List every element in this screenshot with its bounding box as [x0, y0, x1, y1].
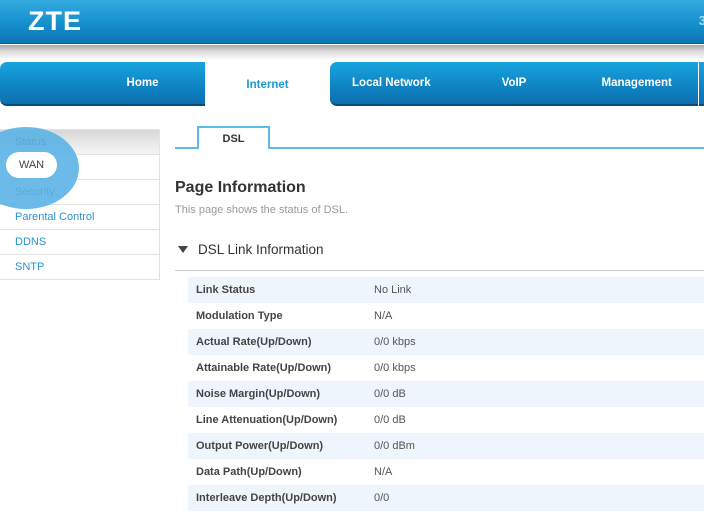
tab-dsl[interactable]: DSL: [197, 126, 270, 149]
row-label: Line Attenuation(Up/Down): [188, 414, 374, 426]
sidebar-item[interactable]: Status: [0, 130, 159, 155]
page-description: This page shows the status of DSL.: [175, 204, 348, 216]
table-row: Output Power(Up/Down) 0/0 dBm: [188, 433, 704, 459]
row-value: N/A: [374, 310, 392, 322]
table-row: Link Status No Link: [188, 277, 704, 303]
nav-item[interactable]: Management: [575, 62, 698, 104]
row-value: No Link: [374, 284, 411, 296]
row-value: 0/0 kbps: [374, 336, 416, 348]
row-label: Output Power(Up/Down): [188, 440, 374, 452]
row-value: 0/0 dB: [374, 414, 406, 426]
sidebar-menu: Status WAN Security Parental Control DDN…: [0, 129, 160, 280]
table-row: Line Attenuation(Up/Down) 0/0 dB: [188, 407, 704, 433]
section-title: DSL Link Information: [198, 242, 324, 257]
row-label: Attainable Rate(Up/Down): [188, 362, 374, 374]
sidebar-item[interactable]: WAN: [0, 155, 159, 180]
row-label: Interleave Depth(Up/Down): [188, 492, 374, 504]
table-row: Noise Margin(Up/Down) 0/0 dB: [188, 381, 704, 407]
tab-internet[interactable]: Internet: [205, 62, 330, 108]
row-value: N/A: [374, 466, 392, 478]
table-row: Interleave Depth(Up/Down) 0/0: [188, 485, 704, 511]
collapse-triangle-icon: [178, 246, 188, 253]
row-value: 0/0 dBm: [374, 440, 415, 452]
row-value: 0/0 dB: [374, 388, 406, 400]
sidebar-item[interactable]: DDNS: [0, 230, 159, 255]
row-value: 0/0 kbps: [374, 362, 416, 374]
nav-item[interactable]: VoIP: [453, 62, 576, 104]
row-label: Link Status: [188, 284, 374, 296]
table-row: Modulation Type N/A: [188, 303, 704, 329]
sidebar-item[interactable]: Security: [0, 180, 159, 205]
row-value: 0/0: [374, 492, 389, 504]
nav-bar-cutoff: [699, 62, 704, 106]
tab-home[interactable]: Home: [0, 62, 205, 106]
sidebar-item[interactable]: SNTP: [0, 255, 159, 280]
header-corner-text: 3: [699, 13, 704, 28]
nav-item[interactable]: Local Network: [330, 62, 453, 104]
table-row: Data Path(Up/Down) N/A: [188, 459, 704, 485]
row-label: Noise Margin(Up/Down): [188, 388, 374, 400]
table-row: Attainable Rate(Up/Down) 0/0 kbps: [188, 355, 704, 381]
zte-logo: ZTE: [28, 6, 82, 37]
row-label: Modulation Type: [188, 310, 374, 322]
row-label: Actual Rate(Up/Down): [188, 336, 374, 348]
header-shadow: [0, 45, 704, 62]
table-row: Actual Rate(Up/Down) 0/0 kbps: [188, 329, 704, 355]
sidebar-item[interactable]: Parental Control: [0, 205, 159, 230]
section-divider: [175, 270, 704, 271]
nav-bar-right: Local Network VoIP Management: [330, 62, 698, 106]
row-label: Data Path(Up/Down): [188, 466, 374, 478]
dsl-link-info-section-toggle[interactable]: DSL Link Information: [178, 242, 324, 257]
app-header: ZTE 3: [0, 0, 704, 44]
page-title: Page Information: [175, 179, 306, 197]
dsl-link-info-table: Link Status No Link Modulation Type N/A …: [188, 277, 704, 511]
